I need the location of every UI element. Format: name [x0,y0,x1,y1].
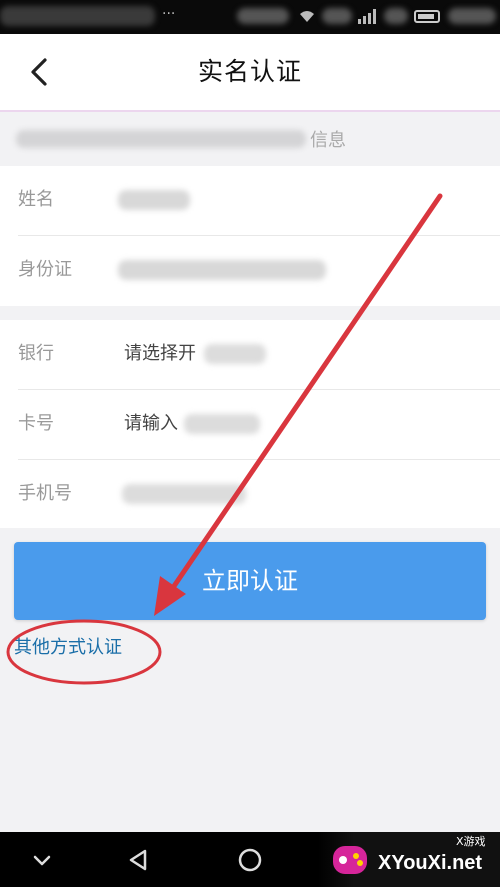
bank-card-section: 银行 请选择开 卡号 请输入 手机号 [0,320,500,528]
back-triangle-icon[interactable] [125,846,153,874]
home-circle-icon[interactable] [236,846,264,874]
wifi-icon [300,11,314,22]
verify-now-button[interactable]: 立即认证 [14,542,486,620]
card-number-input[interactable]: 请输入 [124,390,178,458]
bank-placeholder-blurred [204,344,266,364]
card-number-label: 卡号 [18,413,54,434]
identity-section: 姓名 身份证 [0,166,500,306]
phone-label: 手机号 [18,483,72,504]
name-label: 姓名 [18,189,54,210]
notice-text-blurred [16,130,306,148]
watermark-site-name: XYouXi.net [378,852,483,874]
id-row[interactable]: 身份证 [0,236,500,304]
name-row[interactable]: 姓名 [0,166,500,234]
notice-bar: 信息 [0,112,500,166]
status-more-dots: ··· [162,6,176,22]
bank-row[interactable]: 银行 请选择开 [0,320,500,388]
signal-icon [358,9,376,24]
card-placeholder-blurred [184,414,260,434]
phone-value-blurred [122,484,246,504]
status-extra-blurred [384,8,408,24]
status-carrier-blurred [0,6,155,26]
status-network-blurred [322,8,352,24]
status-bar: ··· [0,0,500,34]
page-title: 实名认证 [197,57,302,86]
name-value-blurred [118,190,190,210]
gamepad-logo-icon [333,846,367,874]
card-row[interactable]: 卡号 请输入 [0,390,500,458]
app-header: 实名认证 [0,34,500,112]
chevron-down-icon[interactable] [28,846,56,874]
other-verification-link[interactable]: 其他方式认证 [14,633,122,659]
watermark-sub-label: X游戏 [456,835,486,848]
status-time-blurred [448,8,496,24]
bank-select[interactable]: 请选择开 [124,320,196,388]
id-value-blurred [118,260,326,280]
id-label: 身份证 [18,259,72,280]
notice-text: 信息 [310,130,346,151]
battery-icon [414,10,440,23]
bank-label: 银行 [18,343,54,364]
status-speed-blurred [237,8,289,24]
phone-row[interactable]: 手机号 [0,460,500,528]
